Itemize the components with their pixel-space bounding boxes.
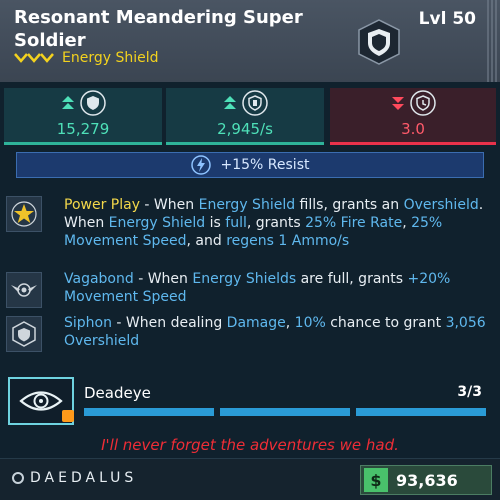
stats-row: 15,279 2,945/s 3.0 [0,88,500,145]
subtype-label: Energy Shield [62,50,159,66]
resist-bar: +15% Resist [16,152,484,178]
ability-charges: 3/3 [457,384,482,400]
manufacturer-name: DAEDALUS [30,470,138,486]
item-header: Resonant Meandering Super Soldier Energy… [0,0,500,82]
price-value: 93,636 [396,470,458,490]
stat-value: 15,279 [56,120,110,138]
shield-capacity-icon [80,90,106,116]
item-title: Resonant Meandering Super Soldier [14,7,303,51]
stat-value: 2,945/s [217,120,273,138]
logo-ring-icon [12,472,24,484]
winged-emblem-icon [6,272,42,308]
currency-icon: $ [364,468,388,492]
star-icon [6,196,42,232]
lightning-icon [190,155,211,175]
manufacturer-logo: DAEDALUS [12,470,137,486]
stat-capacity: 15,279 [4,88,162,145]
lock-icon [62,410,74,422]
stat-recharge: 2,945/s [166,88,324,145]
shield-delay-icon [410,90,436,116]
charge-bar [84,408,214,416]
perk-description: Power Play - When Energy Shield fills, g… [64,197,484,249]
item-card: Resonant Meandering Super Soldier Energy… [0,0,500,500]
stat-delay: 3.0 [330,88,496,145]
perk-description: Vagabond - When Energy Shields are full,… [64,271,451,305]
up-arrows-icon [224,96,236,109]
item-footer: DAEDALUS $ 93,636 [0,458,500,500]
stat-value: 3.0 [401,120,425,138]
ability-charge-bars [84,408,486,416]
item-subtype: Energy Shield [14,50,159,66]
flavor-text: I'll never forget the adventures we had. [101,436,399,454]
shield-badge-icon [6,316,42,352]
perk-description: Siphon - When dealing Damage, 10% chance… [64,315,486,349]
item-level: Lvl 50 [418,9,476,29]
corner-decoration [487,0,497,82]
ability-name: Deadeye [84,384,151,402]
resist-label: +15% Resist [220,157,310,173]
charge-bar [356,408,486,416]
shield-class-icon [358,19,400,65]
shield-recharge-icon [242,90,268,116]
rarity-chevrons-icon [14,53,54,63]
up-arrows-icon [62,96,74,109]
item-price: $ 93,636 [360,465,492,495]
down-arrows-icon [392,97,404,110]
charge-bar [220,408,350,416]
